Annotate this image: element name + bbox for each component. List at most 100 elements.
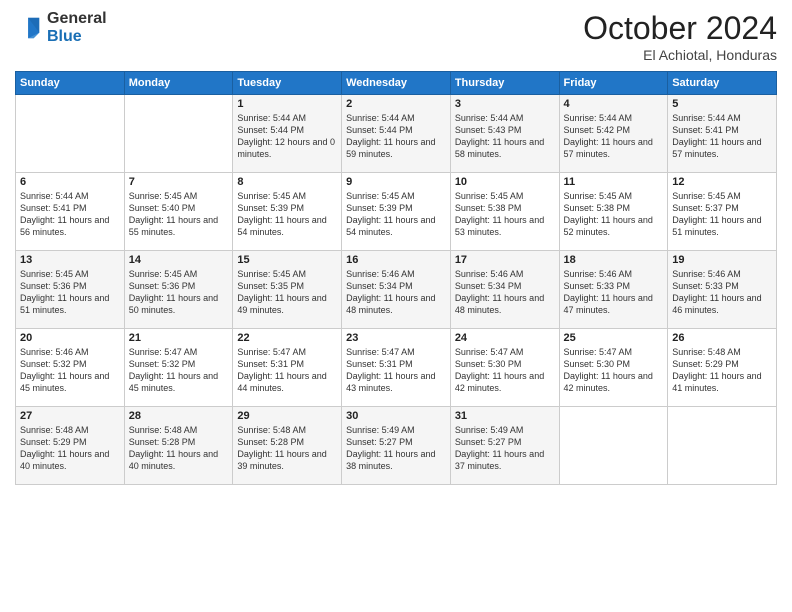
cell-content: Sunrise: 5:45 AMSunset: 5:40 PMDaylight:… [129, 190, 229, 239]
cell-content: Sunrise: 5:44 AMSunset: 5:41 PMDaylight:… [672, 112, 772, 161]
week-row-1: 1 Sunrise: 5:44 AMSunset: 5:44 PMDaylight… [16, 95, 777, 173]
day-number: 7 [129, 176, 229, 188]
cell-content: Sunrise: 5:44 AMSunset: 5:44 PMDaylight:… [346, 112, 446, 161]
calendar-cell: 19 Sunrise: 5:46 AMSunset: 5:33 PMDayligh… [668, 251, 777, 329]
cell-content: Sunrise: 5:48 AMSunset: 5:28 PMDaylight:… [129, 424, 229, 473]
title-block: October 2024 El Achiotal, Honduras [583, 10, 777, 63]
cell-content: Sunrise: 5:48 AMSunset: 5:29 PMDaylight:… [20, 424, 120, 473]
calendar-cell: 14 Sunrise: 5:45 AMSunset: 5:36 PMDayligh… [124, 251, 233, 329]
col-header-monday: Monday [124, 72, 233, 95]
calendar-cell: 26Sunrise: 5:48 AMSunset: 5:29 PMDayligh… [668, 329, 777, 407]
col-header-wednesday: Wednesday [342, 72, 451, 95]
calendar-cell: 11 Sunrise: 5:45 AMSunset: 5:38 PMDayligh… [559, 173, 668, 251]
day-number: 10 [455, 176, 555, 188]
calendar-cell [668, 407, 777, 485]
calendar-header: SundayMondayTuesdayWednesdayThursdayFrid… [16, 72, 777, 95]
cell-content: Sunrise: 5:45 AMSunset: 5:36 PMDaylight:… [129, 268, 229, 317]
day-number: 6 [20, 176, 120, 188]
calendar-cell: 21Sunrise: 5:47 AMSunset: 5:32 PMDayligh… [124, 329, 233, 407]
logo-general-text: General [47, 10, 107, 28]
calendar-cell: 7 Sunrise: 5:45 AMSunset: 5:40 PMDaylight… [124, 173, 233, 251]
col-header-tuesday: Tuesday [233, 72, 342, 95]
day-number: 23 [346, 332, 446, 344]
day-number: 19 [672, 254, 772, 266]
cell-content: Sunrise: 5:45 AMSunset: 5:35 PMDaylight:… [237, 268, 337, 317]
cell-content: Sunrise: 5:47 AMSunset: 5:31 PMDaylight:… [346, 346, 446, 395]
day-number: 22 [237, 332, 337, 344]
calendar-cell: 8 Sunrise: 5:45 AMSunset: 5:39 PMDaylight… [233, 173, 342, 251]
cell-content: Sunrise: 5:45 AMSunset: 5:36 PMDaylight:… [20, 268, 120, 317]
calendar-cell: 1 Sunrise: 5:44 AMSunset: 5:44 PMDaylight… [233, 95, 342, 173]
cell-content: Sunrise: 5:47 AMSunset: 5:31 PMDaylight:… [237, 346, 337, 395]
cell-content: Sunrise: 5:45 AMSunset: 5:39 PMDaylight:… [237, 190, 337, 239]
week-row-5: 27Sunrise: 5:48 AMSunset: 5:29 PMDayligh… [16, 407, 777, 485]
col-header-friday: Friday [559, 72, 668, 95]
cell-content: Sunrise: 5:44 AMSunset: 5:42 PMDaylight:… [564, 112, 664, 161]
day-number: 11 [564, 176, 664, 188]
calendar-cell [16, 95, 125, 173]
location-title: El Achiotal, Honduras [583, 47, 777, 63]
cell-content: Sunrise: 5:46 AMSunset: 5:32 PMDaylight:… [20, 346, 120, 395]
col-header-sunday: Sunday [16, 72, 125, 95]
logo-blue-text: Blue [47, 28, 107, 46]
calendar-cell: 12Sunrise: 5:45 AMSunset: 5:37 PMDayligh… [668, 173, 777, 251]
calendar-body: 1 Sunrise: 5:44 AMSunset: 5:44 PMDaylight… [16, 95, 777, 485]
cell-content: Sunrise: 5:46 AMSunset: 5:33 PMDaylight:… [564, 268, 664, 317]
day-number: 9 [346, 176, 446, 188]
cell-content: Sunrise: 5:44 AMSunset: 5:41 PMDaylight:… [20, 190, 120, 239]
calendar-cell: 23 Sunrise: 5:47 AMSunset: 5:31 PMDayligh… [342, 329, 451, 407]
calendar-cell: 9 Sunrise: 5:45 AMSunset: 5:39 PMDaylight… [342, 173, 451, 251]
calendar-cell: 27Sunrise: 5:48 AMSunset: 5:29 PMDayligh… [16, 407, 125, 485]
day-number: 3 [455, 98, 555, 110]
calendar-cell: 30Sunrise: 5:49 AMSunset: 5:27 PMDayligh… [342, 407, 451, 485]
calendar-cell: 20 Sunrise: 5:46 AMSunset: 5:32 PMDayligh… [16, 329, 125, 407]
cell-content: Sunrise: 5:46 AMSunset: 5:33 PMDaylight:… [672, 268, 772, 317]
calendar-table: SundayMondayTuesdayWednesdayThursdayFrid… [15, 71, 777, 485]
day-number: 21 [129, 332, 229, 344]
day-number: 20 [20, 332, 120, 344]
cell-content: Sunrise: 5:45 AMSunset: 5:38 PMDaylight:… [455, 190, 555, 239]
cell-content: Sunrise: 5:46 AMSunset: 5:34 PMDaylight:… [455, 268, 555, 317]
page: General Blue October 2024 El Achiotal, H… [0, 0, 792, 612]
cell-content: Sunrise: 5:47 AMSunset: 5:30 PMDaylight:… [455, 346, 555, 395]
cell-content: Sunrise: 5:48 AMSunset: 5:28 PMDaylight:… [237, 424, 337, 473]
day-number: 1 [237, 98, 337, 110]
calendar-cell: 18 Sunrise: 5:46 AMSunset: 5:33 PMDayligh… [559, 251, 668, 329]
calendar-cell: 28Sunrise: 5:48 AMSunset: 5:28 PMDayligh… [124, 407, 233, 485]
week-row-2: 6 Sunrise: 5:44 AMSunset: 5:41 PMDaylight… [16, 173, 777, 251]
day-number: 2 [346, 98, 446, 110]
cell-content: Sunrise: 5:45 AMSunset: 5:38 PMDaylight:… [564, 190, 664, 239]
cell-content: Sunrise: 5:45 AMSunset: 5:39 PMDaylight:… [346, 190, 446, 239]
calendar-cell: 31 Sunrise: 5:49 AMSunset: 5:27 PMDayligh… [450, 407, 559, 485]
col-header-saturday: Saturday [668, 72, 777, 95]
calendar-cell [124, 95, 233, 173]
day-number: 24 [455, 332, 555, 344]
day-number: 14 [129, 254, 229, 266]
cell-content: Sunrise: 5:49 AMSunset: 5:27 PMDaylight:… [455, 424, 555, 473]
col-header-thursday: Thursday [450, 72, 559, 95]
day-number: 18 [564, 254, 664, 266]
calendar-cell: 17 Sunrise: 5:46 AMSunset: 5:34 PMDayligh… [450, 251, 559, 329]
day-number: 4 [564, 98, 664, 110]
calendar-cell: 25Sunrise: 5:47 AMSunset: 5:30 PMDayligh… [559, 329, 668, 407]
month-title: October 2024 [583, 10, 777, 47]
day-number: 15 [237, 254, 337, 266]
logo-text: General Blue [47, 10, 107, 45]
calendar-cell: 24 Sunrise: 5:47 AMSunset: 5:30 PMDayligh… [450, 329, 559, 407]
day-number: 30 [346, 410, 446, 422]
calendar-cell: 13Sunrise: 5:45 AMSunset: 5:36 PMDayligh… [16, 251, 125, 329]
calendar-cell: 4 Sunrise: 5:44 AMSunset: 5:42 PMDaylight… [559, 95, 668, 173]
cell-content: Sunrise: 5:45 AMSunset: 5:37 PMDaylight:… [672, 190, 772, 239]
cell-content: Sunrise: 5:46 AMSunset: 5:34 PMDaylight:… [346, 268, 446, 317]
day-number: 17 [455, 254, 555, 266]
cell-content: Sunrise: 5:44 AMSunset: 5:44 PMDaylight:… [237, 112, 337, 161]
day-number: 5 [672, 98, 772, 110]
cell-content: Sunrise: 5:47 AMSunset: 5:30 PMDaylight:… [564, 346, 664, 395]
week-row-3: 13Sunrise: 5:45 AMSunset: 5:36 PMDayligh… [16, 251, 777, 329]
day-number: 16 [346, 254, 446, 266]
day-number: 31 [455, 410, 555, 422]
day-number: 8 [237, 176, 337, 188]
logo: General Blue [15, 10, 107, 45]
calendar-cell [559, 407, 668, 485]
calendar-cell: 6 Sunrise: 5:44 AMSunset: 5:41 PMDaylight… [16, 173, 125, 251]
